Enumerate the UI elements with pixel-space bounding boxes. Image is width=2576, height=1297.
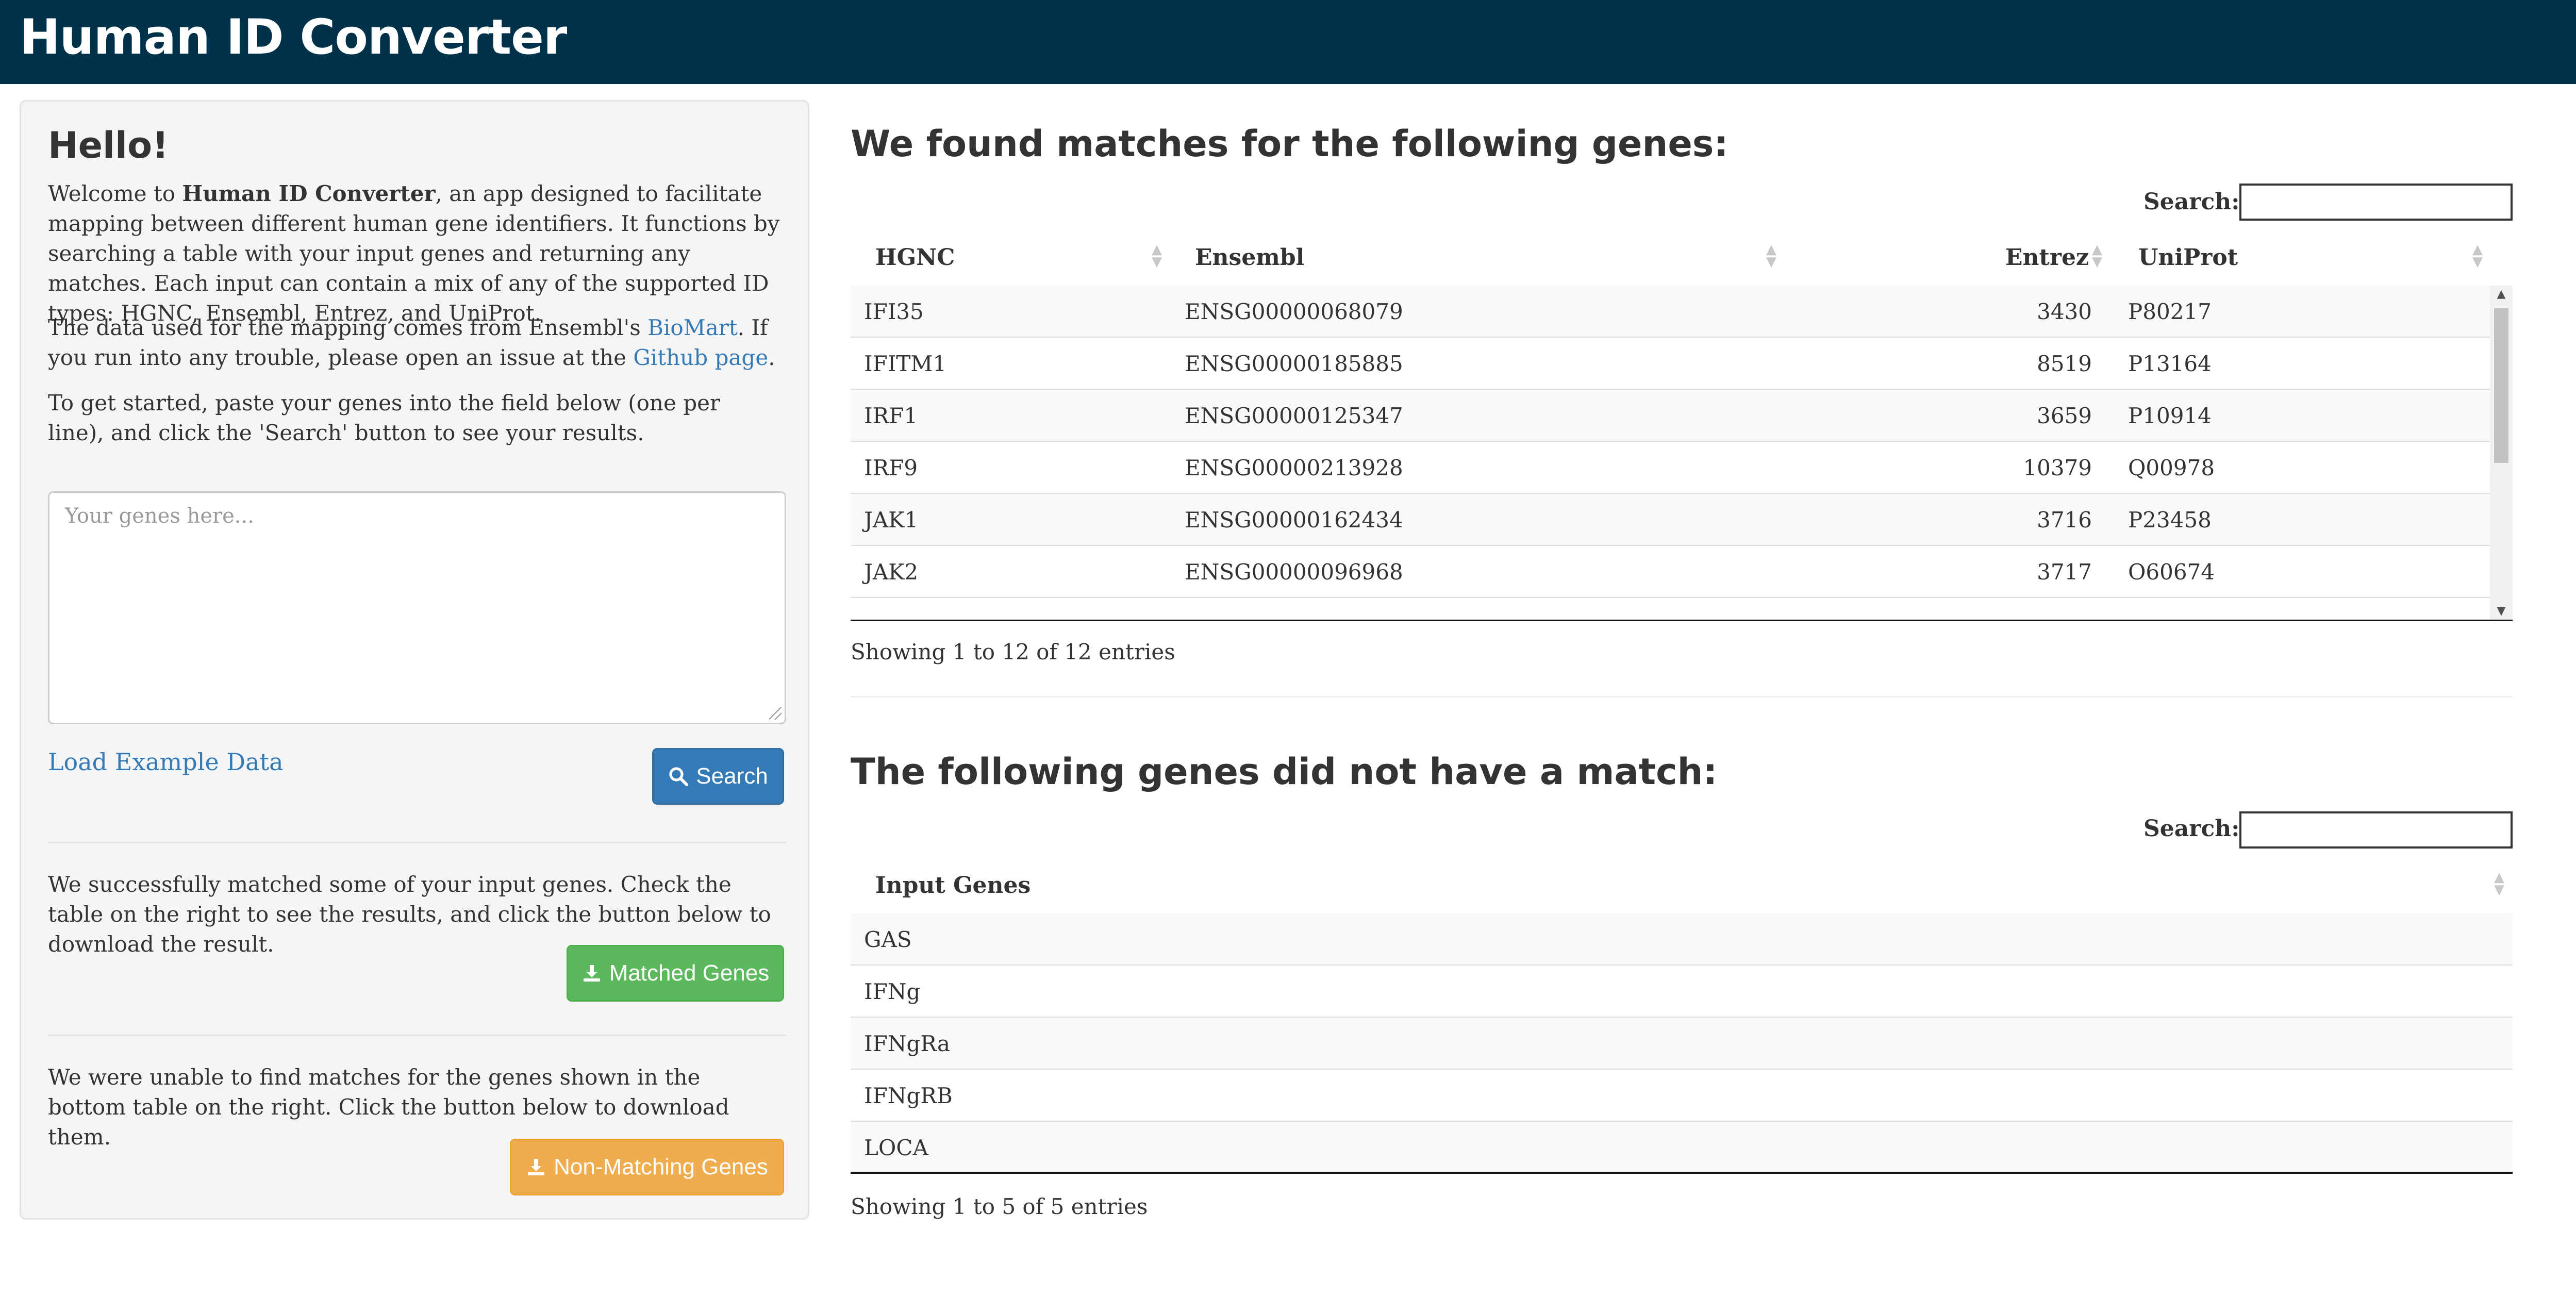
nonmatches-table-body: GAS IFNg IFNgRa IFNgRB LOCA	[851, 913, 2513, 1174]
cell-hgnc: IFITM1	[864, 351, 947, 376]
cell-ensembl: ENSG00000162434	[1185, 507, 1403, 533]
download-nonmatch-button[interactable]: Non-Matching Genes	[510, 1139, 784, 1195]
table-row[interactable]: JAK1 ENSG00000162434 3716 P23458	[851, 494, 2490, 546]
genes-placeholder: Your genes here...	[65, 504, 254, 528]
biomart-link[interactable]: BioMart	[647, 315, 738, 340]
cell-uniprot: P23458	[2128, 507, 2212, 533]
cell-uniprot: O60674	[2128, 559, 2215, 585]
table-row[interactable]: LOCA	[851, 1122, 2513, 1174]
search-button[interactable]: Search	[652, 748, 784, 805]
column-header-hgnc[interactable]: HGNC	[875, 244, 955, 271]
scroll-thumb[interactable]	[2494, 308, 2508, 463]
nonmatch-button-label: Non-Matching Genes	[554, 1154, 768, 1179]
cell-uniprot: Q00978	[2128, 455, 2215, 480]
nonmatches-search-input[interactable]	[2239, 811, 2513, 849]
download-icon	[528, 1159, 545, 1175]
matched-button-label: Matched Genes	[609, 960, 770, 986]
load-example-link[interactable]: Load Example Data	[48, 748, 284, 776]
matches-search-input[interactable]	[2239, 184, 2513, 221]
resize-handle-icon[interactable]	[769, 707, 782, 720]
app-header: Human ID Converter	[0, 0, 2576, 84]
search-button-label: Search	[696, 763, 768, 789]
nonmatches-info: Showing 1 to 5 of 5 entries	[851, 1194, 1148, 1219]
nonmatches-heading: The following genes did not have a match…	[851, 751, 1718, 793]
sort-icon[interactable]: ▲ ▼	[1152, 243, 1162, 269]
cell-ensembl: ENSG00000125347	[1185, 403, 1403, 428]
cell-input-gene: IFNgRB	[864, 1083, 953, 1108]
divider	[48, 842, 786, 843]
column-header-input-genes[interactable]: Input Genes	[875, 872, 1031, 899]
table-row[interactable]: IRF1 ENSG00000125347 3659 P10914	[851, 390, 2490, 442]
cell-entrez: 3430	[2037, 299, 2092, 324]
column-header-ensembl[interactable]: Ensembl	[1195, 244, 1304, 271]
cell-hgnc: JAK2	[864, 559, 919, 585]
intro-app-name: Human ID Converter	[182, 181, 436, 206]
genes-textarea[interactable]: Your genes here...	[48, 491, 786, 724]
cell-input-gene: LOCA	[864, 1135, 928, 1160]
app-title: Human ID Converter	[20, 9, 567, 65]
sidebar-heading: Hello!	[48, 124, 169, 167]
matches-info: Showing 1 to 12 of 12 entries	[851, 639, 1175, 664]
download-icon	[583, 965, 600, 982]
data-source-paragraph: The data used for the mapping comes from…	[48, 313, 780, 373]
nonmatches-search-label: Search:	[2143, 816, 2240, 842]
table-row[interactable]: IFNgRB	[851, 1070, 2513, 1122]
data-text-3: .	[768, 345, 775, 370]
cell-uniprot: P13164	[2128, 351, 2212, 376]
intro-paragraph: Welcome to Human ID Converter, an app de…	[48, 179, 780, 328]
table-row[interactable]: IRF9 ENSG00000213928 10379 Q00978	[851, 442, 2490, 494]
cell-entrez: 3716	[2037, 507, 2092, 533]
matches-table-body: IFI35 ENSG00000068079 3430 P80217 IFITM1…	[851, 286, 2490, 621]
data-text-1: The data used for the mapping comes from…	[48, 315, 648, 340]
table-row[interactable]: IFNgRa	[851, 1018, 2513, 1070]
download-matched-button[interactable]: Matched Genes	[567, 945, 784, 1002]
matches-table-bottom-border	[851, 620, 2513, 621]
cell-hgnc: JAK1	[864, 507, 919, 533]
sidebar-panel: Hello! Welcome to Human ID Converter, an…	[20, 100, 809, 1220]
cell-entrez: 10379	[2023, 455, 2092, 480]
sort-icon[interactable]: ▲ ▼	[2494, 871, 2504, 896]
column-header-entrez[interactable]: Entrez	[2005, 244, 2089, 271]
github-link[interactable]: Github page	[633, 345, 768, 370]
scroll-up-icon[interactable]: ▲	[2490, 288, 2513, 301]
cell-ensembl: ENSG00000185885	[1185, 351, 1403, 376]
table-row[interactable]: IFITM1 ENSG00000185885 8519 P13164	[851, 338, 2490, 390]
divider	[48, 1035, 786, 1036]
cell-uniprot: P80217	[2128, 299, 2212, 324]
sort-icon[interactable]: ▲ ▼	[1766, 243, 1776, 269]
table-row[interactable]: IFI35 ENSG00000068079 3430 P80217	[851, 286, 2490, 338]
search-icon	[669, 767, 689, 786]
section-divider	[851, 696, 2513, 697]
cell-input-gene: IFNg	[864, 979, 921, 1004]
cell-input-gene: GAS	[864, 927, 912, 952]
cell-hgnc: IRF9	[864, 455, 918, 480]
scroll-down-icon[interactable]: ▼	[2490, 605, 2513, 618]
matches-scrollbar[interactable]: ▲ ▼	[2490, 286, 2513, 620]
sort-icon[interactable]: ▲ ▼	[2472, 243, 2483, 269]
matches-search-label: Search:	[2143, 189, 2240, 215]
nonmatches-table-header: Input Genes ▲ ▼	[851, 853, 2513, 916]
cell-entrez: 3659	[2037, 403, 2092, 428]
cell-entrez: 3717	[2037, 559, 2092, 585]
table-row[interactable]: GAS	[851, 913, 2513, 966]
cell-entrez: 8519	[2037, 351, 2092, 376]
table-row[interactable]: JAK2 ENSG00000096968 3717 O60674	[851, 546, 2490, 598]
table-row[interactable]: IFNg	[851, 966, 2513, 1018]
cell-ensembl: ENSG00000213928	[1185, 455, 1403, 480]
matches-heading: We found matches for the following genes…	[851, 123, 1729, 165]
instructions-paragraph: To get started, paste your genes into th…	[48, 390, 721, 445]
intro-text-1: Welcome to	[48, 181, 182, 206]
cell-hgnc: IFI35	[864, 299, 924, 324]
cell-input-gene: IFNgRa	[864, 1031, 950, 1056]
matches-table-header: HGNC ▲ ▼ Ensembl ▲ ▼ Entrez ▲ ▼ UniProt ▲ ▼	[851, 225, 2513, 288]
cell-uniprot: P10914	[2128, 403, 2212, 428]
sort-icon[interactable]: ▲ ▼	[2092, 243, 2102, 269]
column-header-uniprot[interactable]: UniProt	[2138, 244, 2238, 271]
cell-ensembl: ENSG00000096968	[1185, 559, 1403, 585]
cell-hgnc: IRF1	[864, 403, 918, 428]
cell-ensembl: ENSG00000068079	[1185, 299, 1403, 324]
